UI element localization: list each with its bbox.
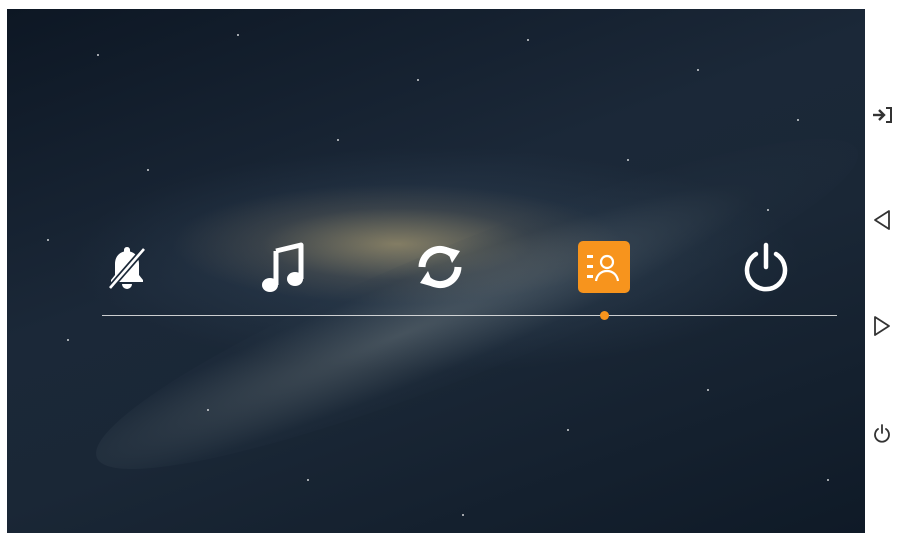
menu-position-indicator	[600, 311, 609, 320]
side-button-panel	[865, 0, 899, 534]
enter-icon	[873, 107, 892, 123]
enter-button[interactable]	[865, 95, 899, 135]
main-menu	[7, 234, 865, 299]
sync-icon	[418, 245, 462, 288]
music-menu-item[interactable]	[253, 234, 313, 299]
power-menu-item[interactable]	[736, 234, 796, 299]
contacts-menu-item[interactable]	[574, 234, 634, 299]
power-button[interactable]	[865, 413, 899, 453]
mute-menu-item[interactable]	[97, 234, 157, 299]
previous-button[interactable]	[865, 200, 899, 240]
triangle-left-icon	[874, 210, 890, 230]
contacts-icon	[587, 254, 620, 281]
home-screen	[7, 9, 865, 533]
menu-position-track	[102, 315, 837, 316]
bell-off-icon	[107, 246, 147, 290]
triangle-right-icon	[874, 316, 890, 336]
music-note-icon	[262, 242, 304, 292]
contacts-tile	[578, 240, 630, 293]
power-icon	[874, 424, 890, 443]
power-icon	[744, 242, 788, 291]
sync-menu-item[interactable]	[410, 234, 470, 299]
next-button[interactable]	[865, 306, 899, 346]
